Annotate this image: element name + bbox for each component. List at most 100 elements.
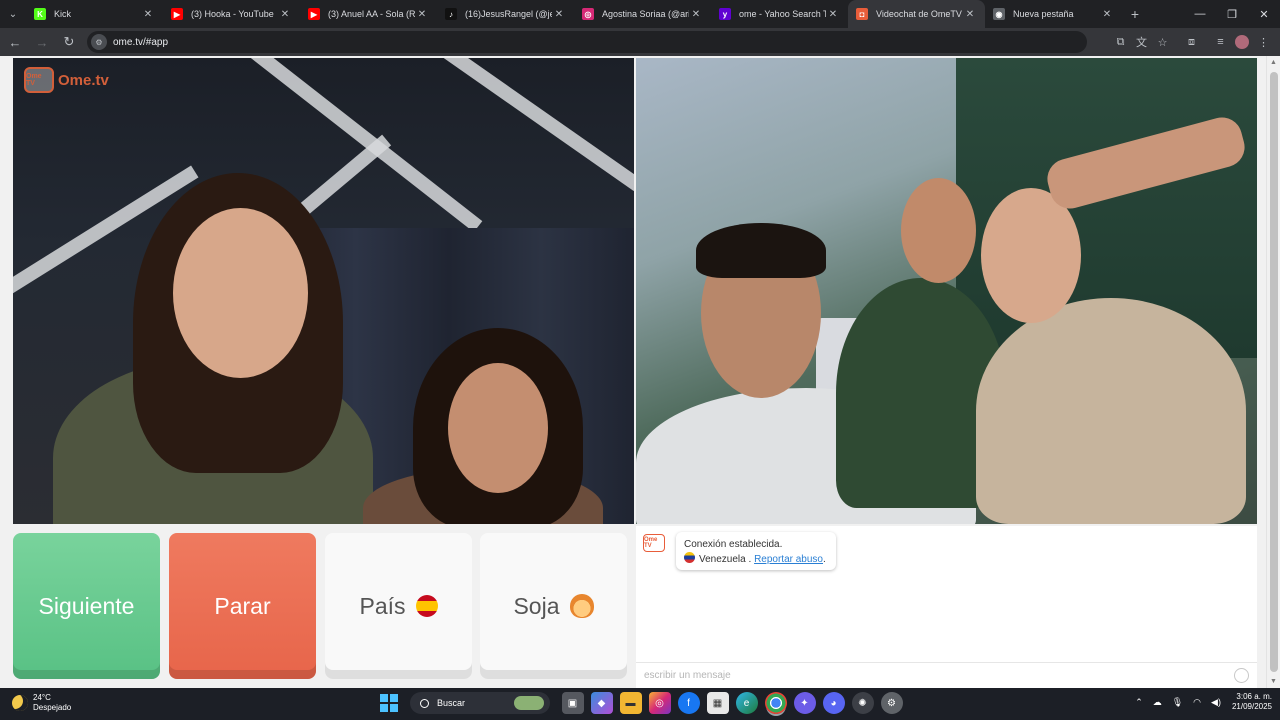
extensions-icon[interactable]: ⧈	[1181, 31, 1202, 53]
volume-icon[interactable]: ◀)	[1211, 697, 1221, 708]
search-highlight-icon	[514, 696, 544, 710]
tabs-container: K Kick ✕ ▶ (3) Hooka - YouTube ✕ ▶ (3) Anuel AA…	[26, 0, 1122, 28]
reload-icon[interactable]: ↻	[57, 30, 81, 54]
edge-icon[interactable]: e	[735, 692, 758, 714]
translate-icon[interactable]: 文	[1131, 31, 1152, 53]
discord-icon[interactable]: ◕	[822, 692, 845, 714]
facebook-icon[interactable]: f	[677, 692, 700, 714]
scrollbar-thumb[interactable]	[1270, 72, 1278, 672]
minimize-icon[interactable]: —	[1184, 0, 1216, 28]
task-view-icon[interactable]: ▣	[561, 692, 584, 714]
country-selector-button[interactable]: País	[325, 533, 472, 679]
local-video: Ome TV Ome.tv	[13, 58, 634, 524]
page-scrollbar[interactable]: ▲ ▼	[1266, 56, 1280, 688]
forward-icon[interactable]: →	[30, 30, 54, 54]
instagram-icon[interactable]: ◎	[648, 692, 671, 714]
taskbar-search-label: Buscar	[437, 698, 466, 708]
report-abuse-link[interactable]: Reportar abuso	[754, 554, 823, 565]
scroll-up-icon[interactable]: ▲	[1270, 59, 1277, 66]
browser-tab[interactable]: ◘ Videochat de OmeTV ✕	[848, 0, 985, 28]
browser-tab[interactable]: K Kick ✕	[26, 0, 163, 28]
tab-close-icon[interactable]: ✕	[278, 9, 292, 20]
tab-title: (16)JesusRangel (@jesus_	[465, 9, 552, 19]
tab-close-icon[interactable]: ✕	[141, 9, 155, 20]
tab-close-icon[interactable]: ✕	[415, 9, 429, 20]
browser-tab[interactable]: ◎ Agostina Soriaa (@ariana✕	[574, 0, 711, 28]
report-suffix: .	[823, 554, 826, 565]
browser-tab[interactable]: ◉ Nueva pestaña ✕	[985, 0, 1122, 28]
media-control-icon[interactable]: ≡	[1210, 31, 1231, 53]
ometv-page: Ome TV Ome.tv Siguiente Parar País Soja …	[0, 56, 1280, 688]
copilot-icon[interactable]: ◆	[590, 692, 613, 714]
url-text: ome.tv/#app	[113, 36, 169, 48]
tab-close-icon[interactable]: ✕	[963, 9, 977, 20]
tab-close-icon[interactable]: ✕	[1100, 9, 1114, 20]
browser-tab[interactable]: ▶ (3) Hooka - YouTube ✕	[163, 0, 300, 28]
tab-favicon-icon: ▶	[171, 8, 183, 20]
windows-start-icon[interactable]	[380, 694, 398, 712]
tab-close-icon[interactable]: ✕	[552, 9, 566, 20]
tab-title: Nueva pestaña	[1013, 9, 1074, 19]
tab-favicon-icon: K	[34, 8, 46, 20]
temperature: 24°C	[33, 693, 51, 702]
tab-search-button[interactable]: ⌄	[0, 0, 26, 28]
maximize-icon[interactable]: ❐	[1216, 0, 1248, 28]
chat-panel: Ome TV Conexión establecida. Venezuela .…	[636, 526, 1257, 688]
chrome-icon[interactable]	[764, 692, 787, 714]
stop-button[interactable]: Parar	[169, 533, 316, 679]
profile-avatar[interactable]	[1235, 35, 1249, 49]
tab-close-icon[interactable]: ✕	[689, 9, 703, 20]
microphone-icon[interactable]: 🎙	[1172, 697, 1183, 708]
venezuela-flag-icon	[684, 552, 695, 563]
tab-favicon-icon: ◉	[993, 8, 1005, 20]
weather-widget[interactable]: 24°C Despejado	[12, 693, 71, 713]
tab-title: (3) Hooka - YouTube	[191, 9, 274, 19]
wifi-icon[interactable]: ◠	[1193, 697, 1201, 708]
settings-gear-icon[interactable]: ⚙	[880, 692, 903, 714]
browser-toolbar: ← → ↻ ⚙ ome.tv/#app ⧉ 文 ☆ ⧈ ≡ ⋮	[0, 28, 1280, 56]
stop-button-label: Parar	[214, 592, 271, 619]
partner-country-line: Venezuela . Reportar abuso.	[684, 552, 828, 567]
tab-title: ome - Yahoo Search Tus r	[739, 9, 826, 19]
tray-chevron-icon[interactable]: ⌃	[1135, 697, 1143, 708]
menu-icon[interactable]: ⋮	[1253, 31, 1274, 53]
back-icon[interactable]: ←	[3, 30, 27, 54]
tab-favicon-icon: ▶	[308, 8, 320, 20]
tab-favicon-icon: ♪	[445, 8, 457, 20]
install-app-icon[interactable]: ⧉	[1110, 31, 1131, 53]
site-info-icon[interactable]: ⚙	[91, 34, 107, 50]
next-button[interactable]: Siguiente	[13, 533, 160, 679]
bookmark-star-icon[interactable]: ☆	[1152, 31, 1173, 53]
address-bar[interactable]: ⚙ ome.tv/#app	[87, 31, 1087, 53]
chatgpt-icon[interactable]: ✺	[851, 692, 874, 714]
browser-tab[interactable]: y ome - Yahoo Search Tus r✕	[711, 0, 848, 28]
message-input-placeholder: escribir un mensaje	[644, 670, 731, 681]
scroll-down-icon[interactable]: ▼	[1270, 678, 1277, 685]
system-clock[interactable]: 3:06 a. m. 21/09/2025	[1232, 692, 1272, 712]
taskbar-search[interactable]: Buscar	[410, 692, 550, 714]
tab-title: Videochat de OmeTV	[876, 9, 962, 19]
emoji-picker-icon[interactable]	[1234, 668, 1249, 683]
tab-close-icon[interactable]: ✕	[826, 9, 840, 20]
messenger-app-icon[interactable]: ✦	[793, 692, 816, 714]
tab-favicon-icon: y	[719, 8, 731, 20]
new-tab-button[interactable]: +	[1122, 6, 1148, 22]
close-window-icon[interactable]: ✕	[1248, 0, 1280, 28]
tab-title: (3) Anuel AA - Sola (Remix)	[328, 9, 415, 19]
separator-dot: .	[748, 554, 752, 565]
window-controls: — ❐ ✕	[1184, 0, 1280, 28]
message-input[interactable]: escribir un mensaje	[636, 662, 1257, 688]
tab-strip: ⌄ K Kick ✕ ▶ (3) Hooka - YouTube ✕ ▶ (3) Anuel …	[0, 0, 1280, 28]
system-tray: ⌃ ☁ 🎙 ◠ ◀) 3:06 a. m. 21/09/2025	[1130, 692, 1272, 712]
browser-tab[interactable]: ♪ (16)JesusRangel (@jesus_✕	[437, 0, 574, 28]
microsoft-store-icon[interactable]: ▦	[706, 692, 729, 714]
gender-selector-button[interactable]: Soja	[480, 533, 627, 679]
browser-tab[interactable]: ▶ (3) Anuel AA - Sola (Remix)✕	[300, 0, 437, 28]
onedrive-icon[interactable]: ☁	[1153, 697, 1162, 708]
connection-status: Conexión establecida.	[684, 539, 783, 550]
ometv-chat-icon: Ome TV	[643, 534, 665, 552]
ometv-logo: Ome TV Ome.tv	[24, 67, 109, 93]
tab-title: Kick	[54, 9, 72, 19]
file-explorer-icon[interactable]: ▬	[619, 692, 642, 714]
next-button-label: Siguiente	[38, 592, 135, 619]
